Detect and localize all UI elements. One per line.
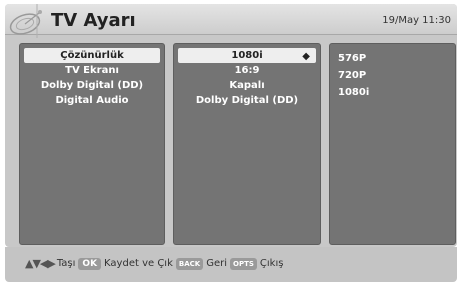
tv-settings-screen: TV Ayarı 19/May 11:30 Çözünürlük TV Ekra… xyxy=(5,4,457,247)
ok-hint-label: Kaydet ve Çık xyxy=(104,258,173,269)
setting-dolby-digital[interactable]: Dolby Digital (DD) xyxy=(24,78,160,93)
move-hint-label: Taşı xyxy=(56,258,76,269)
footer-hints: ▲▼◀▶ Taşı OK Kaydet ve Çık BACK Geri OPT… xyxy=(5,247,457,282)
opts-hint-label: Çıkış xyxy=(259,258,284,269)
setting-digital-audio[interactable]: Digital Audio xyxy=(24,93,160,108)
value-digital-audio[interactable]: Dolby Digital (DD) xyxy=(178,93,316,108)
options-panel: 576P 720P 1080i xyxy=(329,43,456,245)
settings-panel: Çözünürlük TV Ekranı Dolby Digital (DD) … xyxy=(19,43,165,245)
values-panel: 1080i ◆ 16:9 Kapalı Dolby Digital (DD) xyxy=(173,43,321,245)
option-576p[interactable]: 576P xyxy=(338,50,451,67)
opts-key[interactable]: OPTS xyxy=(230,257,257,270)
option-720p[interactable]: 720P xyxy=(338,67,451,84)
satellite-dish-icon xyxy=(9,4,42,38)
option-1080i[interactable]: 1080i xyxy=(338,84,451,101)
value-tv-screen[interactable]: 16:9 xyxy=(178,63,316,78)
setting-tv-screen[interactable]: TV Ekranı xyxy=(24,63,160,78)
setting-resolution[interactable]: Çözünürlük xyxy=(24,48,160,63)
value-dolby-digital[interactable]: Kapalı xyxy=(178,78,316,93)
value-resolution-label: 1080i xyxy=(231,50,263,61)
ok-key[interactable]: OK xyxy=(78,257,102,270)
diamond-icon: ◆ xyxy=(302,51,310,62)
value-resolution[interactable]: 1080i ◆ xyxy=(178,48,316,63)
header-bar: TV Ayarı 19/May 11:30 xyxy=(5,4,457,38)
back-key[interactable]: BACK xyxy=(175,257,204,270)
clock: 19/May 11:30 xyxy=(382,15,451,26)
arrow-keys-icon: ▲▼◀▶ xyxy=(25,257,56,270)
page-title: TV Ayarı xyxy=(51,10,136,31)
back-hint-label: Geri xyxy=(206,258,227,269)
